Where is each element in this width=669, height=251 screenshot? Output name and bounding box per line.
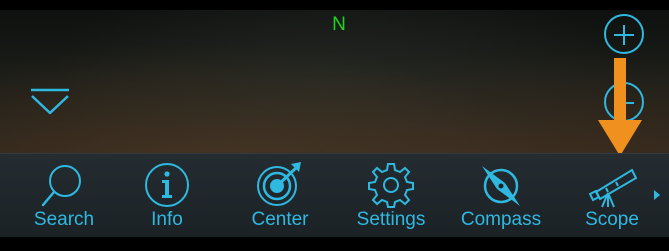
toolbar-item-center[interactable]: Center <box>234 154 326 238</box>
toolbar-label-settings: Settings <box>356 209 426 230</box>
chevron-right-icon[interactable] <box>654 190 660 200</box>
compass-heading-label: N <box>332 14 346 35</box>
telescope-icon <box>588 168 638 208</box>
toolbar-item-compass[interactable]: Compass <box>450 154 552 238</box>
info-icon <box>145 163 189 207</box>
bottom-strip <box>0 237 669 251</box>
toolbar-item-info[interactable]: Info <box>131 154 203 238</box>
top-band <box>0 0 669 10</box>
collapse-toggle-button[interactable] <box>29 88 71 116</box>
scope-callout-arrow <box>598 58 642 156</box>
toolbar-label-center: Center <box>251 209 309 230</box>
chevron-down-icon <box>31 95 69 115</box>
magnifier-icon <box>41 165 81 207</box>
toolbar-label-info: Info <box>151 209 183 230</box>
toolbar-label-search: Search <box>33 209 95 230</box>
toolbar-item-search[interactable]: Search <box>18 154 110 238</box>
toolbar-item-scope[interactable]: Scope <box>572 154 652 238</box>
zoom-in-button[interactable] <box>604 14 644 54</box>
toolbar-label-compass: Compass <box>460 209 542 230</box>
bottom-toolbar: Search Info Center Settings Compass Scop… <box>0 153 669 238</box>
toolbar-item-settings[interactable]: Settings <box>344 154 438 238</box>
toolbar-label-scope: Scope <box>585 209 639 230</box>
target-icon <box>257 162 301 206</box>
compass-icon <box>482 166 520 206</box>
gear-icon <box>368 163 414 208</box>
